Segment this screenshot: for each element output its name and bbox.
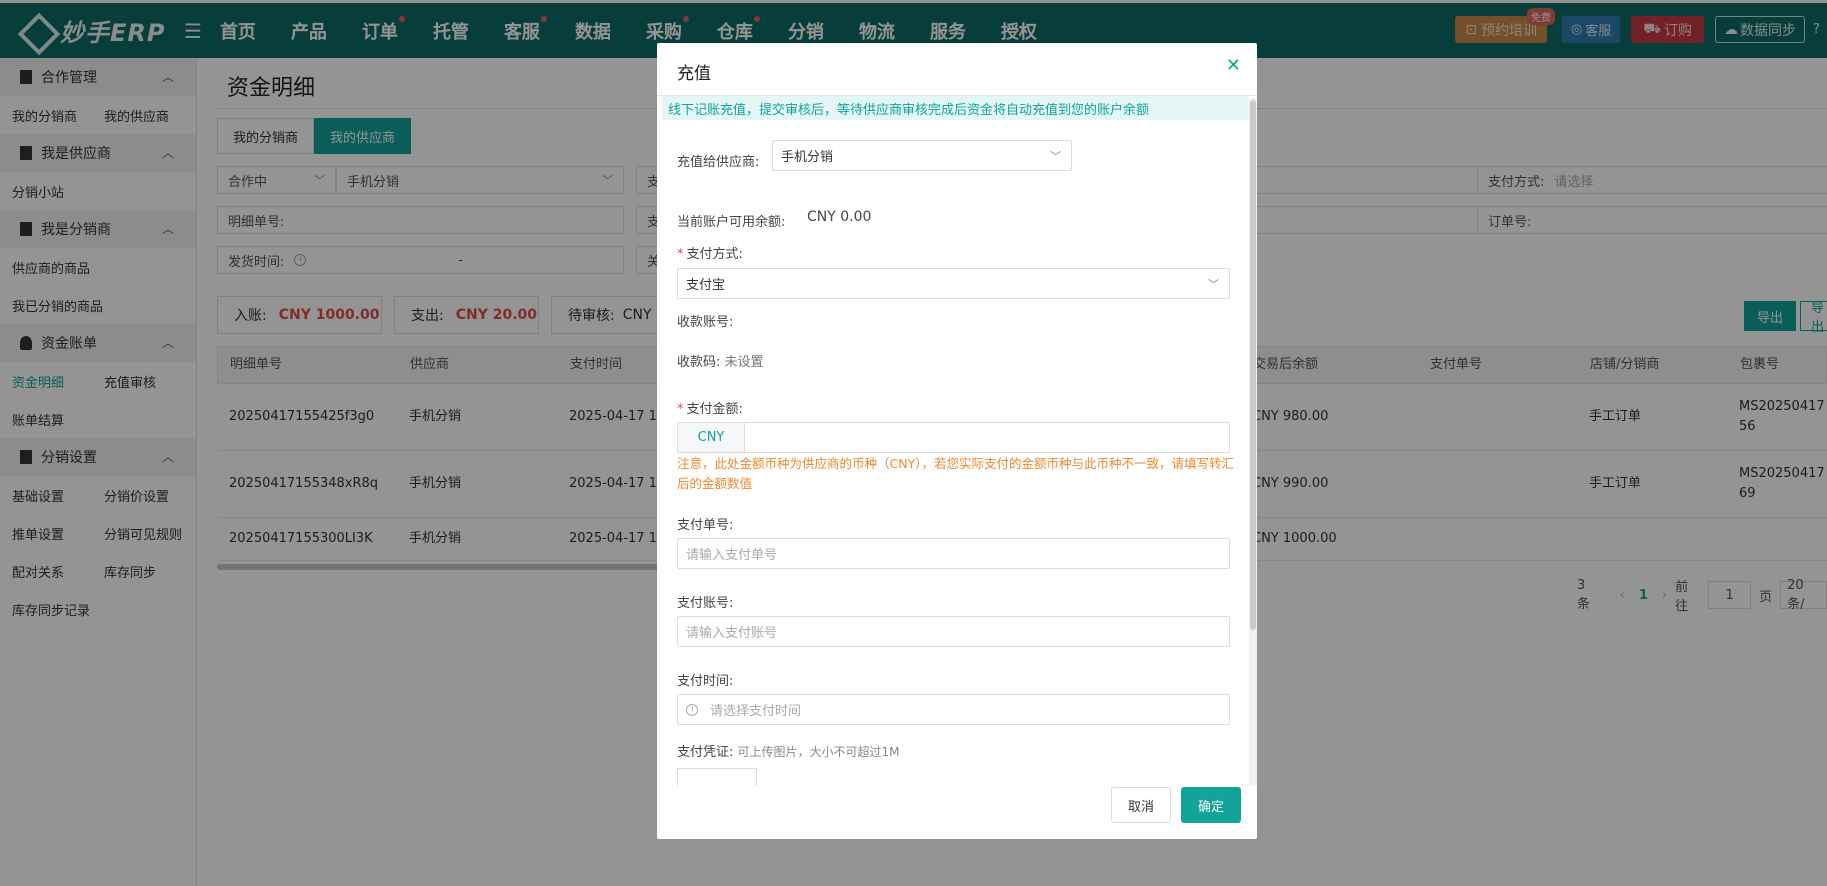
dialog-body: 线下记账充值，提交审核后，等待供应商审核完成后资金将自动充值到您的账户余额 充值… xyxy=(657,96,1249,786)
required-mark: * xyxy=(677,402,684,417)
balance-label: 当前账户可用余额: xyxy=(677,215,786,230)
voucher-row: 支付凭证: 可上传图片，大小不可超过1M xyxy=(677,741,900,760)
amount-label-text: 支付金额: xyxy=(686,402,743,417)
pay-no-label: 支付单号: xyxy=(677,518,734,533)
dialog-scroll-thumb[interactable] xyxy=(1250,100,1256,630)
recharge-supplier-value: 手机分销 xyxy=(781,150,834,165)
clock-icon xyxy=(686,703,698,716)
receive-code-row: 收款码: 未设置 xyxy=(677,351,764,370)
receive-code-value: 未设置 xyxy=(724,355,764,370)
pay-no-placeholder: 请输入支付单号 xyxy=(686,548,778,563)
required-mark: * xyxy=(677,247,684,262)
pay-method-label-text: 支付方式: xyxy=(686,247,743,262)
pay-no-input[interactable]: 请输入支付单号 xyxy=(677,538,1230,569)
chevron-down-icon: ﹀ xyxy=(1208,277,1219,291)
amount-input[interactable]: CNY xyxy=(677,422,1230,453)
pay-account-label: 支付账号: xyxy=(677,596,734,611)
notice-bar: 线下记账充值，提交审核后，等待供应商审核完成后资金将自动充值到您的账户余额 xyxy=(662,96,1249,120)
balance-value: CNY 0.00 xyxy=(807,209,872,225)
pay-method-label: * 支付方式: xyxy=(677,243,743,262)
pay-method-select[interactable]: 支付宝 ﹀ xyxy=(677,268,1230,299)
pay-account-placeholder: 请输入支付账号 xyxy=(686,626,778,641)
amount-label: * 支付金额: xyxy=(677,398,743,417)
amount-warning: 注意，此处金额币种为供应商的币种（CNY），若您实际支付的金额币种与此币种不一致… xyxy=(677,456,1234,491)
close-icon[interactable]: ✕ xyxy=(1226,55,1241,76)
pay-time-label: 支付时间: xyxy=(677,674,734,689)
receive-account-label: 收款账号: xyxy=(677,315,734,330)
pay-time-picker[interactable]: 请选择支付时间 xyxy=(677,694,1230,725)
receive-code-label: 收款码: xyxy=(677,355,721,370)
dialog-header: 充值 ✕ xyxy=(657,43,1257,96)
recharge-supplier-label: 充值给供应商: xyxy=(677,155,760,170)
voucher-label: 支付凭证: xyxy=(677,745,734,760)
confirm-button[interactable]: 确定 xyxy=(1181,787,1241,823)
chevron-down-icon: ﹀ xyxy=(1050,149,1061,163)
pay-account-input[interactable]: 请输入支付账号 xyxy=(677,616,1230,647)
recharge-dialog: 充值 ✕ 线下记账充值，提交审核后，等待供应商审核完成后资金将自动充值到您的账户… xyxy=(657,43,1257,839)
voucher-upload[interactable] xyxy=(677,768,757,786)
dialog-scrollbar[interactable] xyxy=(1249,98,1257,786)
pay-time-placeholder: 请选择支付时间 xyxy=(710,704,802,719)
currency-prefix: CNY xyxy=(678,423,745,452)
cancel-button[interactable]: 取消 xyxy=(1111,787,1171,823)
pay-method-value: 支付宝 xyxy=(686,278,726,293)
dialog-title: 充值 xyxy=(677,64,711,84)
voucher-hint: 可上传图片，大小不可超过1M xyxy=(737,745,900,759)
recharge-supplier-select[interactable]: 手机分销 ﹀ xyxy=(772,140,1072,171)
